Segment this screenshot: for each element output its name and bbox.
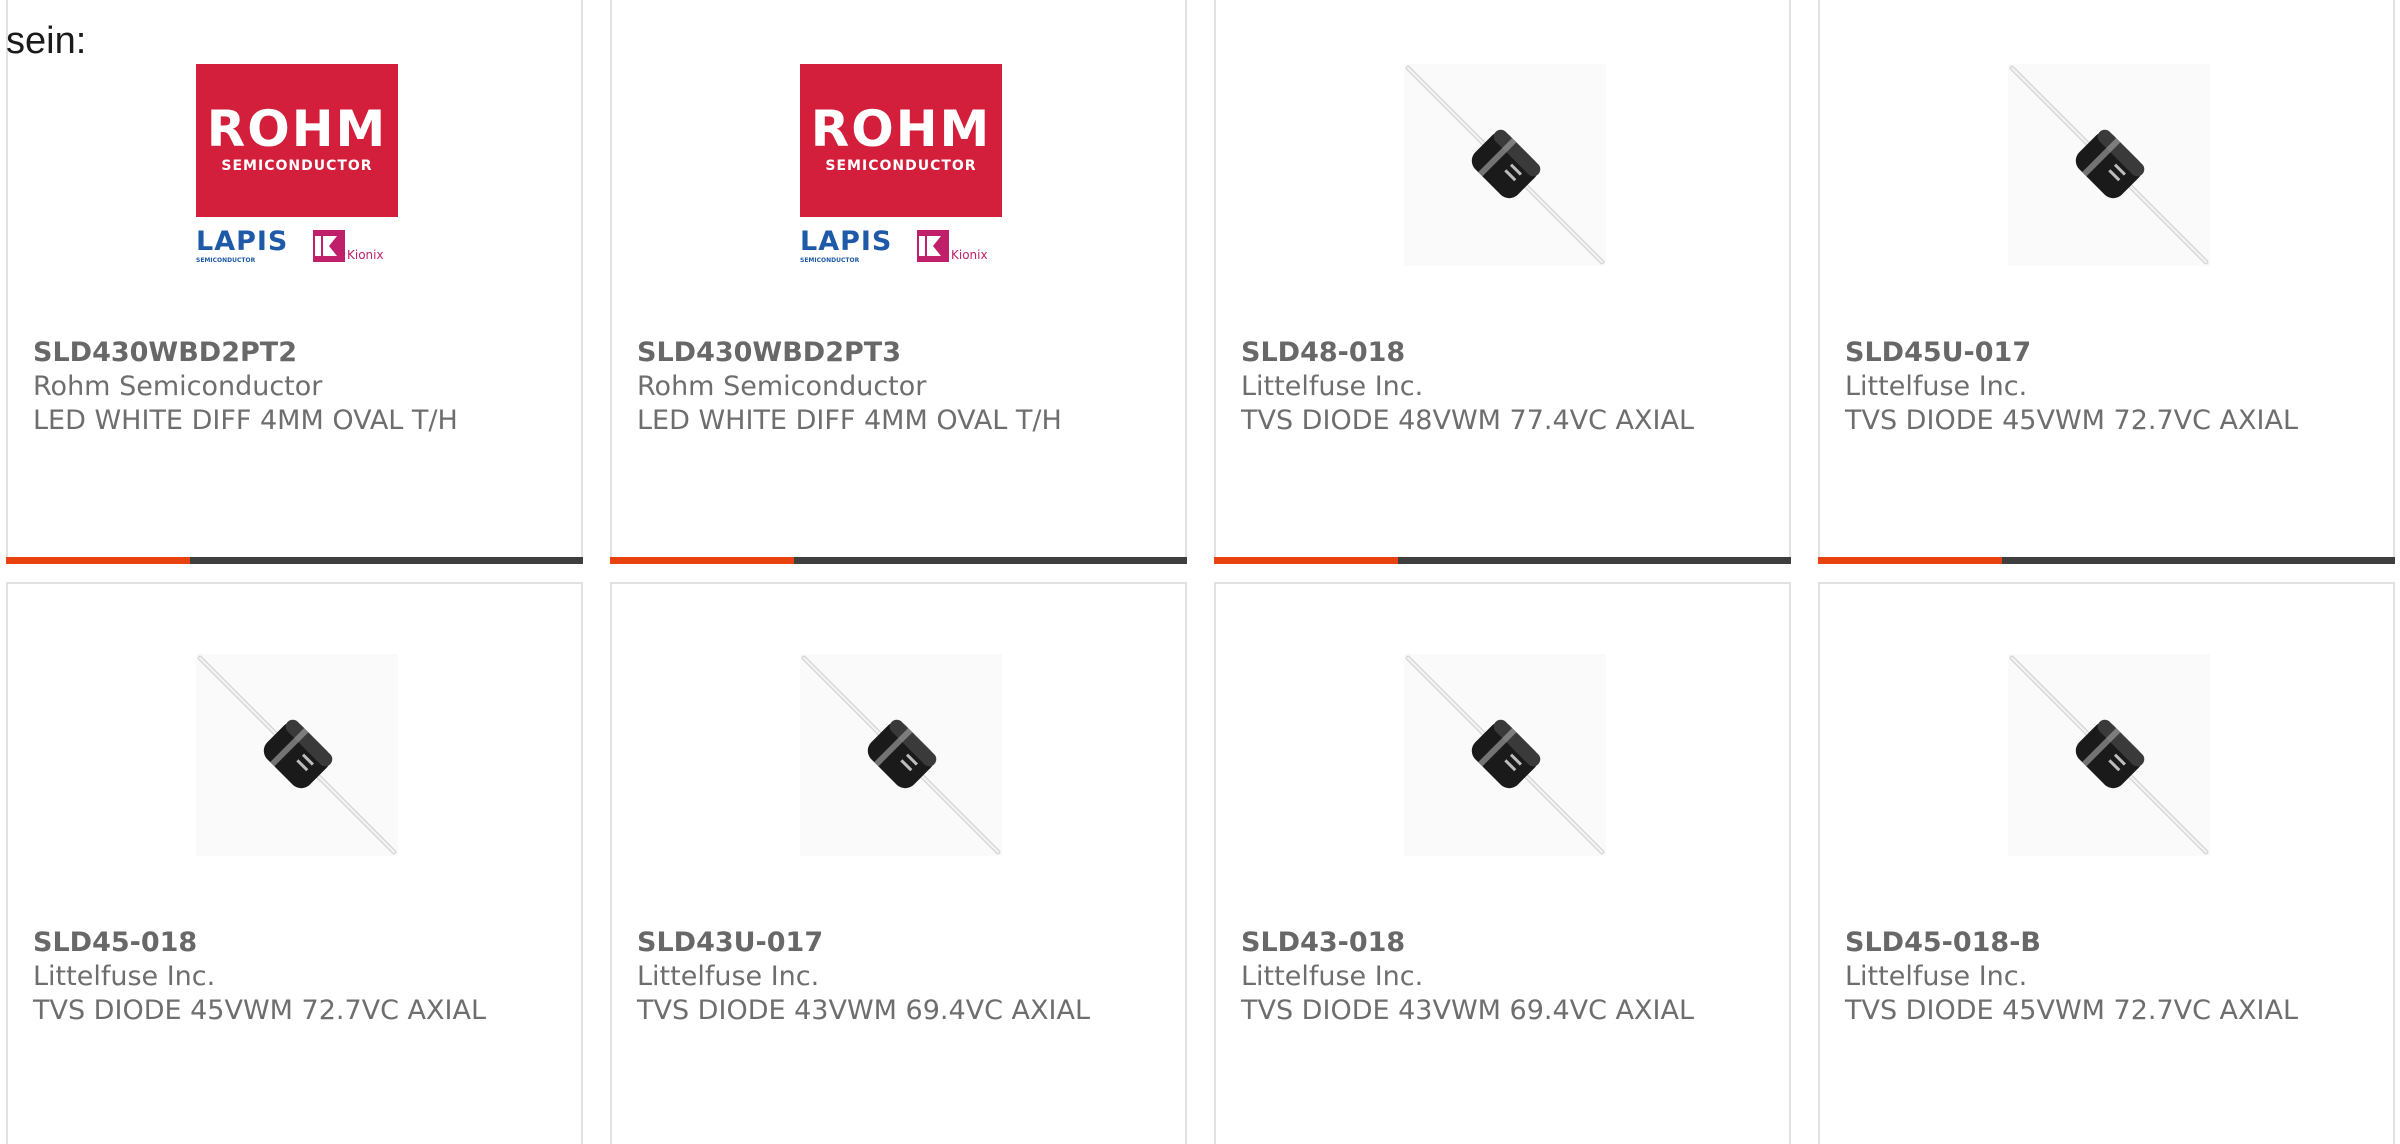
part-number-link[interactable]: SLD45U-017 bbox=[1845, 336, 2383, 370]
product-description: TVS DIODE 45VWM 72.7VC AXIAL bbox=[33, 995, 486, 1026]
product-description: TVS DIODE 45VWM 72.7VC AXIAL bbox=[1845, 995, 2298, 1026]
product-grid-page: sein: ROHM SEMICONDUCTOR LAPIS SEMICONDU… bbox=[0, 0, 2400, 1144]
product-description: LED WHITE DIFF 4MM OVAL T/H bbox=[637, 405, 1062, 436]
kionix-logo: Kionix bbox=[313, 226, 398, 264]
lapis-logo-subtitle: SEMICONDUCTOR bbox=[800, 257, 860, 264]
manufacturer: Littelfuse Inc. bbox=[1845, 371, 2028, 402]
axial-diode-image[interactable] bbox=[1404, 64, 1606, 266]
part-number-link[interactable]: SLD45-018 bbox=[33, 926, 571, 960]
product-description: TVS DIODE 43VWM 69.4VC AXIAL bbox=[1241, 995, 1694, 1026]
axial-diode-image[interactable] bbox=[800, 654, 1002, 856]
axial-diode-image[interactable] bbox=[2008, 64, 2210, 266]
manufacturer: Rohm Semiconductor bbox=[637, 371, 927, 402]
product-info: SLD48-018 Littelfuse Inc. TVS DIODE 48VW… bbox=[1241, 336, 1779, 438]
card-bottom-bar bbox=[1818, 557, 2395, 564]
card-accent-bar bbox=[1818, 557, 2002, 564]
axial-diode-image[interactable] bbox=[1404, 654, 1606, 856]
axial-diode-icon bbox=[196, 654, 398, 856]
rohm-logo-block: ROHM SEMICONDUCTOR bbox=[800, 64, 1002, 217]
product-description: TVS DIODE 48VWM 77.4VC AXIAL bbox=[1241, 405, 1694, 436]
card-bottom-bar bbox=[610, 557, 1187, 564]
card-bottom-bar bbox=[1214, 557, 1791, 564]
part-number-link[interactable]: SLD43U-017 bbox=[637, 926, 1175, 960]
rohm-logo-block: ROHM SEMICONDUCTOR bbox=[196, 64, 398, 217]
axial-diode-icon bbox=[800, 654, 1002, 856]
axial-diode-icon bbox=[1404, 654, 1606, 856]
card-accent-bar bbox=[610, 557, 794, 564]
product-info: SLD45-018-B Littelfuse Inc. TVS DIODE 45… bbox=[1845, 926, 2383, 1028]
manufacturer: Littelfuse Inc. bbox=[1241, 961, 1424, 992]
product-info: SLD45-018 Littelfuse Inc. TVS DIODE 45VW… bbox=[33, 926, 571, 1028]
product-card[interactable]: SLD48-018 Littelfuse Inc. TVS DIODE 48VW… bbox=[1214, 0, 1791, 564]
manufacturer: Littelfuse Inc. bbox=[637, 961, 820, 992]
kionix-logo-word: Kionix bbox=[951, 248, 988, 262]
rohm-logo-image[interactable]: ROHM SEMICONDUCTOR LAPIS SEMICONDUCTOR K… bbox=[800, 64, 1002, 266]
rohm-logo-image[interactable]: ROHM SEMICONDUCTOR LAPIS SEMICONDUCTOR K… bbox=[196, 64, 398, 266]
part-number-link[interactable]: SLD430WBD2PT3 bbox=[637, 336, 1175, 370]
intro-text: sein: bbox=[6, 20, 87, 62]
axial-diode-image[interactable] bbox=[196, 654, 398, 856]
product-card[interactable]: SLD45U-017 Littelfuse Inc. TVS DIODE 45V… bbox=[1818, 0, 2395, 564]
product-card[interactable]: SLD45-018 Littelfuse Inc. TVS DIODE 45VW… bbox=[6, 582, 583, 1144]
manufacturer: Littelfuse Inc. bbox=[1845, 961, 2028, 992]
rohm-logo-subtitle: SEMICONDUCTOR bbox=[825, 158, 977, 174]
axial-diode-image[interactable] bbox=[2008, 654, 2210, 856]
card-accent-bar bbox=[6, 557, 190, 564]
product-card[interactable]: SLD43-018 Littelfuse Inc. TVS DIODE 43VW… bbox=[1214, 582, 1791, 1144]
product-info: SLD430WBD2PT3 Rohm Semiconductor LED WHI… bbox=[637, 336, 1175, 438]
product-info: SLD43-018 Littelfuse Inc. TVS DIODE 43VW… bbox=[1241, 926, 1779, 1028]
rohm-logo-subtitle: SEMICONDUCTOR bbox=[221, 158, 373, 174]
product-description: TVS DIODE 45VWM 72.7VC AXIAL bbox=[1845, 405, 2298, 436]
rohm-logo-word: ROHM bbox=[810, 100, 992, 158]
product-card[interactable]: SLD43U-017 Littelfuse Inc. TVS DIODE 43V… bbox=[610, 582, 1187, 1144]
product-description: TVS DIODE 43VWM 69.4VC AXIAL bbox=[637, 995, 1090, 1026]
product-card[interactable]: ROHM SEMICONDUCTOR LAPIS SEMICONDUCTOR K… bbox=[6, 0, 583, 564]
lapis-logo-word: LAPIS bbox=[800, 226, 893, 257]
lapis-logo-subtitle: SEMICONDUCTOR bbox=[196, 257, 256, 264]
product-card[interactable]: ROHM SEMICONDUCTOR LAPIS SEMICONDUCTOR K… bbox=[610, 0, 1187, 564]
part-number-link[interactable]: SLD43-018 bbox=[1241, 926, 1779, 960]
part-number-link[interactable]: SLD430WBD2PT2 bbox=[33, 336, 571, 370]
product-info: SLD43U-017 Littelfuse Inc. TVS DIODE 43V… bbox=[637, 926, 1175, 1028]
axial-diode-icon bbox=[1404, 64, 1606, 266]
lapis-logo: LAPIS SEMICONDUCTOR bbox=[196, 228, 308, 264]
kionix-logo: Kionix bbox=[917, 226, 1002, 264]
card-accent-bar bbox=[1214, 557, 1398, 564]
part-number-link[interactable]: SLD45-018-B bbox=[1845, 926, 2383, 960]
rohm-logo-word: ROHM bbox=[206, 100, 388, 158]
card-bottom-bar bbox=[6, 557, 583, 564]
lapis-logo: LAPIS SEMICONDUCTOR bbox=[800, 228, 912, 264]
product-description: LED WHITE DIFF 4MM OVAL T/H bbox=[33, 405, 458, 436]
kionix-mark-icon bbox=[313, 230, 345, 262]
kionix-mark-icon bbox=[917, 230, 949, 262]
axial-diode-icon bbox=[2008, 654, 2210, 856]
product-info: SLD45U-017 Littelfuse Inc. TVS DIODE 45V… bbox=[1845, 336, 2383, 438]
product-card[interactable]: SLD45-018-B Littelfuse Inc. TVS DIODE 45… bbox=[1818, 582, 2395, 1144]
manufacturer: Littelfuse Inc. bbox=[33, 961, 216, 992]
manufacturer: Rohm Semiconductor bbox=[33, 371, 323, 402]
manufacturer: Littelfuse Inc. bbox=[1241, 371, 1424, 402]
axial-diode-icon bbox=[2008, 64, 2210, 266]
lapis-logo-word: LAPIS bbox=[196, 226, 289, 257]
kionix-logo-word: Kionix bbox=[347, 248, 384, 262]
product-info: SLD430WBD2PT2 Rohm Semiconductor LED WHI… bbox=[33, 336, 571, 438]
part-number-link[interactable]: SLD48-018 bbox=[1241, 336, 1779, 370]
